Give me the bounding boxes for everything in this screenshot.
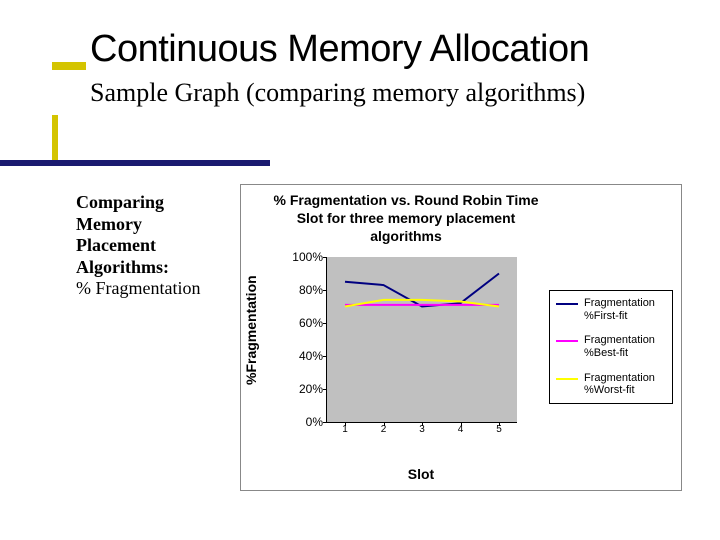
x-tick-mark: [384, 422, 385, 426]
chart-lines: [327, 257, 517, 422]
chart-container: % Fragmentation vs. Round Robin Time Slo…: [240, 184, 682, 491]
legend-swatch: [556, 340, 578, 342]
slide: Continuous Memory Allocation Sample Grap…: [0, 0, 720, 540]
y-tick-mark: [323, 356, 327, 357]
legend-label: Fragmentation %Best-fit: [584, 334, 666, 359]
legend-swatch: [556, 303, 578, 305]
y-tick-label: 60%: [263, 316, 323, 330]
x-tick-mark: [461, 422, 462, 426]
side-caption-line: Placement: [76, 235, 156, 255]
x-axis-label: Slot: [326, 466, 516, 482]
page-subtitle: Sample Graph (comparing memory algorithm…: [90, 78, 585, 108]
side-caption-line: Memory: [76, 214, 142, 234]
legend: Fragmentation %First-fit Fragmentation %B…: [549, 290, 673, 404]
y-axis-label: %Fragmentation: [243, 275, 259, 385]
chart-title: % Fragmentation vs. Round Robin Time Slo…: [271, 191, 541, 246]
legend-label: Fragmentation %First-fit: [584, 297, 666, 322]
y-tick-mark: [323, 389, 327, 390]
x-tick-mark: [499, 422, 500, 426]
decor-vertical-bar: [52, 115, 58, 160]
y-tick-mark: [323, 290, 327, 291]
y-tick-mark: [323, 422, 327, 423]
page-title: Continuous Memory Allocation: [90, 28, 589, 71]
decor-horizontal-bar: [0, 160, 270, 166]
side-caption-line: Algorithms:: [76, 257, 169, 277]
y-tick-label: 20%: [263, 382, 323, 396]
y-tick-mark: [323, 257, 327, 258]
y-tick-label: 0%: [263, 415, 323, 429]
x-tick-mark: [422, 422, 423, 426]
decor-square: [52, 62, 86, 70]
legend-item: Fragmentation %First-fit: [550, 291, 672, 328]
legend-item: Fragmentation %Best-fit: [550, 328, 672, 365]
legend-label: Fragmentation %Worst-fit: [584, 372, 666, 397]
legend-item: Fragmentation %Worst-fit: [550, 366, 672, 403]
plot-area: 0%20%40%60%80%100%12345: [326, 257, 517, 423]
side-caption-line: % Fragmentation: [76, 278, 200, 298]
y-tick-label: 40%: [263, 349, 323, 363]
y-tick-mark: [323, 323, 327, 324]
x-tick-mark: [345, 422, 346, 426]
legend-swatch: [556, 378, 578, 380]
y-tick-label: 80%: [263, 283, 323, 297]
y-tick-label: 100%: [263, 250, 323, 264]
side-caption: Comparing Memory Placement Algorithms: %…: [76, 192, 236, 300]
side-caption-line: Comparing: [76, 192, 164, 212]
